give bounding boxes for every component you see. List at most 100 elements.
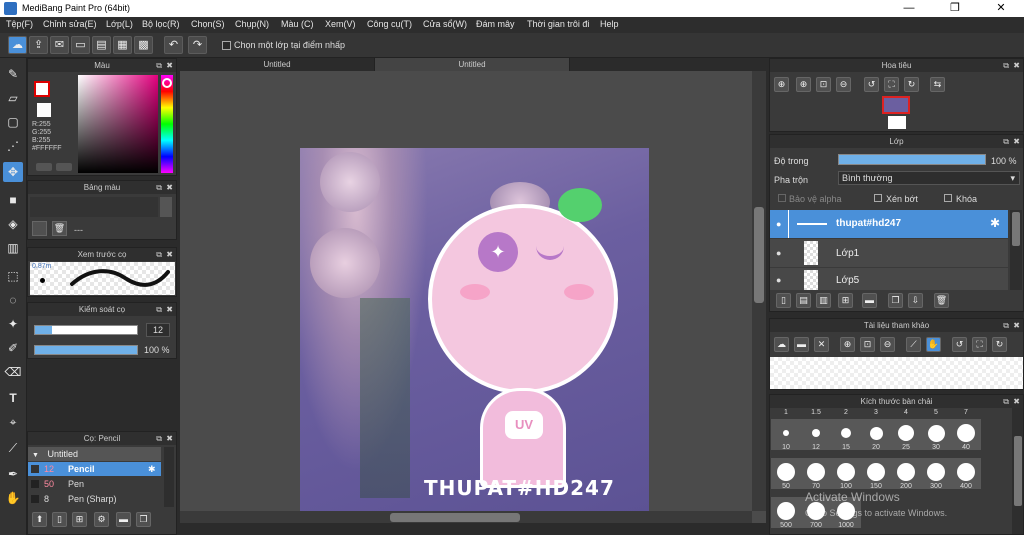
gear-icon[interactable]: ✱ bbox=[148, 462, 156, 476]
layer-row[interactable]: ● Lớp5 bbox=[770, 268, 1008, 290]
zoom-in-icon[interactable]: ⊕ bbox=[774, 77, 789, 92]
navigator-thumbnail[interactable] bbox=[882, 96, 910, 114]
hand-icon[interactable]: ✋ bbox=[926, 337, 941, 352]
magic-wand-icon[interactable]: ✦ bbox=[3, 314, 23, 334]
trash-icon[interactable]: 🗑 bbox=[52, 221, 67, 236]
collapse-icon[interactable]: ▼ bbox=[32, 452, 39, 459]
brush-list-item[interactable]: 50 Pen bbox=[28, 477, 161, 491]
new-layer-1bit-icon[interactable]: ▥ bbox=[816, 293, 831, 308]
cloud-icon[interactable]: ☁ bbox=[8, 36, 27, 54]
brush-size-cell[interactable]: 40 bbox=[951, 419, 981, 451]
vertical-scroll-thumb[interactable] bbox=[754, 207, 764, 303]
zoom-in-icon[interactable]: ⊕ bbox=[840, 337, 855, 352]
select-layer-checkbox[interactable] bbox=[222, 41, 231, 50]
new-brush-icon[interactable]: ▯ bbox=[52, 512, 67, 527]
select-pen-icon[interactable]: ✐ bbox=[3, 338, 23, 358]
popout-icon[interactable]: ⧉ bbox=[156, 59, 162, 72]
folder-icon[interactable]: ▬ bbox=[862, 293, 877, 308]
brush-size-cell[interactable]: 500 bbox=[771, 497, 801, 529]
close-icon[interactable]: ✖ bbox=[1013, 59, 1020, 72]
brush-size-value[interactable]: 12 bbox=[146, 323, 170, 337]
reference-canvas[interactable] bbox=[770, 357, 1023, 389]
brush-size-cell[interactable]: 25 bbox=[891, 419, 921, 451]
flip-icon[interactable]: ⇆ bbox=[930, 77, 945, 92]
menu-tools[interactable]: Công cụ(T) bbox=[367, 19, 412, 29]
popout-icon[interactable]: ⧉ bbox=[1003, 319, 1009, 332]
brush-size-cell[interactable]: 300 bbox=[921, 458, 951, 490]
reset-view-icon[interactable]: ⛶ bbox=[972, 337, 987, 352]
blend-mode-select[interactable]: Bình thường ▾ bbox=[838, 171, 1020, 185]
close-icon[interactable]: ✖ bbox=[1013, 395, 1020, 408]
layer-row[interactable]: ● thupat#hd247 ✱ bbox=[770, 210, 1008, 238]
brush-size-cell[interactable]: 400 bbox=[951, 458, 981, 490]
fit-icon[interactable]: ⊡ bbox=[816, 77, 831, 92]
primary-color-swatch[interactable] bbox=[34, 81, 50, 97]
brush-size-scrollbar[interactable] bbox=[1012, 408, 1023, 534]
brush-size-cell[interactable]: 10 bbox=[771, 419, 801, 451]
add-icon[interactable] bbox=[32, 221, 47, 236]
move-tool-icon[interactable]: ✥ bbox=[3, 162, 23, 182]
select-tool-icon[interactable]: ⬚ bbox=[3, 266, 23, 286]
popout-icon[interactable]: ⧉ bbox=[156, 303, 162, 316]
eye-icon[interactable]: ● bbox=[776, 248, 781, 258]
merge-layer-icon[interactable]: ⇩ bbox=[908, 293, 923, 308]
fit-icon[interactable]: ⊡ bbox=[860, 337, 875, 352]
new-layer-8bit-icon[interactable]: ▤ bbox=[796, 293, 811, 308]
select-eraser-icon[interactable]: ⌫ bbox=[3, 362, 23, 382]
protect-alpha-checkbox[interactable] bbox=[778, 194, 786, 202]
menu-help[interactable]: Help bbox=[600, 19, 619, 29]
close-icon[interactable]: ✖ bbox=[1013, 135, 1020, 148]
menu-view[interactable]: Xem(V) bbox=[325, 19, 356, 29]
delete-layer-icon[interactable]: 🗑 bbox=[934, 293, 949, 308]
close-reference-icon[interactable]: ✕ bbox=[814, 337, 829, 352]
hand-tool-icon[interactable]: ✋ bbox=[3, 488, 23, 508]
maximize-button[interactable]: ❐ bbox=[932, 0, 978, 17]
gear-icon[interactable]: ✱ bbox=[990, 216, 1000, 230]
saturation-value-picker[interactable] bbox=[78, 75, 158, 173]
popout-icon[interactable]: ⧉ bbox=[156, 181, 162, 194]
brush-size-cell[interactable]: 15 bbox=[831, 419, 861, 451]
brush-size-cell[interactable]: 200 bbox=[891, 458, 921, 490]
artwork-canvas[interactable]: ✦ UV THUPAT#HD247 bbox=[300, 148, 649, 518]
menu-timelapse[interactable]: Thời gian trôi đi bbox=[527, 19, 589, 29]
menu-window[interactable]: Cửa sổ(W) bbox=[423, 19, 467, 29]
menu-capture[interactable]: Chụp(N) bbox=[235, 19, 269, 29]
layer-row[interactable]: ● Lớp1 bbox=[770, 239, 1008, 267]
tab-untitled-1[interactable]: Untitled bbox=[180, 58, 375, 71]
dropper-tool-icon[interactable]: ⟋ bbox=[3, 438, 23, 458]
document-icon[interactable]: ▤ bbox=[92, 36, 111, 54]
color-swap-button[interactable] bbox=[56, 163, 72, 171]
layer-opacity-slider[interactable] bbox=[838, 154, 986, 165]
menu-edit[interactable]: Chỉnh sửa(E) bbox=[43, 19, 97, 29]
bucket-tool-icon[interactable]: ◈ bbox=[3, 214, 23, 234]
undo-icon[interactable]: ↶ bbox=[164, 36, 183, 54]
menu-file[interactable]: Tệp(F) bbox=[6, 19, 33, 29]
open-folder-icon[interactable]: ▬ bbox=[794, 337, 809, 352]
palette-scrollbar[interactable] bbox=[160, 197, 172, 217]
brush-opacity-slider[interactable] bbox=[34, 345, 138, 355]
menu-cloud[interactable]: Đám mây bbox=[476, 19, 515, 29]
rectangle-tool-icon[interactable]: ▢ bbox=[3, 112, 23, 132]
rotate-right-icon[interactable]: ↻ bbox=[992, 337, 1007, 352]
upload-icon[interactable]: ⇪ bbox=[29, 36, 48, 54]
brush-size-cell[interactable]: 30 bbox=[921, 419, 951, 451]
rotate-left-icon[interactable]: ↺ bbox=[952, 337, 967, 352]
folder-icon[interactable]: ▬ bbox=[116, 512, 131, 527]
text-tool-icon[interactable]: T bbox=[3, 388, 23, 408]
brush-options-icon[interactable]: ⊞ bbox=[72, 512, 87, 527]
vertical-scrollbar[interactable] bbox=[752, 71, 766, 511]
canvas-area[interactable]: ✦ UV THUPAT#HD247 bbox=[180, 71, 766, 523]
brush-list-scrollbar[interactable] bbox=[164, 447, 174, 507]
transparent-swatch[interactable] bbox=[37, 103, 51, 117]
duplicate-icon[interactable]: ❐ bbox=[136, 512, 151, 527]
dropper-icon[interactable]: ⟋ bbox=[906, 337, 921, 352]
brush-list-item[interactable]: 8 Pen (Sharp) bbox=[28, 492, 161, 506]
duplicate-layer-icon[interactable]: ❐ bbox=[888, 293, 903, 308]
message-icon[interactable]: ▭ bbox=[71, 36, 90, 54]
menu-color[interactable]: Màu (C) bbox=[281, 19, 314, 29]
hue-slider[interactable] bbox=[161, 75, 173, 173]
menu-layer[interactable]: Lớp(L) bbox=[106, 19, 133, 29]
add-brush-icon[interactable]: ⬆ bbox=[32, 512, 47, 527]
reset-view-icon[interactable]: ⛶ bbox=[884, 77, 899, 92]
clipping-checkbox[interactable] bbox=[874, 194, 882, 202]
